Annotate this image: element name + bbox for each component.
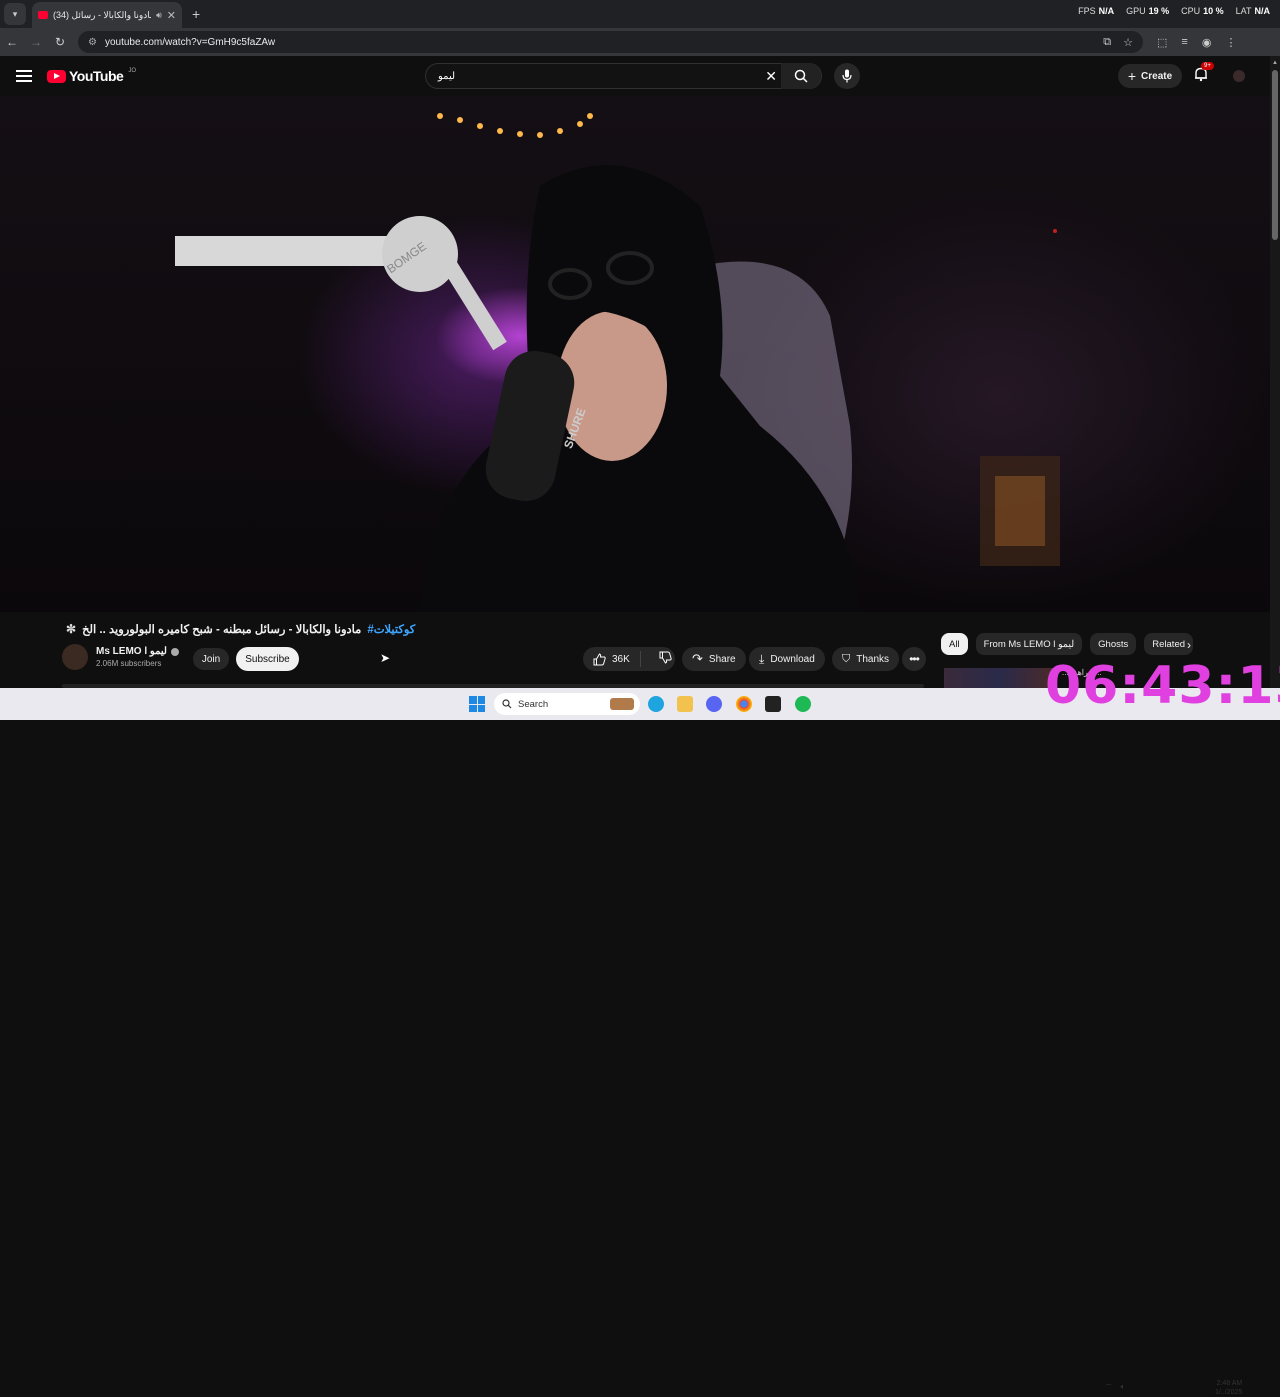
account-avatar[interactable] <box>1233 70 1245 82</box>
system-tray: ⌔ 🔈︎ <box>1105 1382 1125 1392</box>
more-actions-icon[interactable]: ••• <box>902 647 926 671</box>
browser-tab[interactable]: (34) مادونا والكابالا - رسائل ... 🔊︎ ✕ <box>32 2 182 28</box>
subscribe-button[interactable]: Subscribe <box>236 647 299 671</box>
chip-ghosts[interactable]: Ghosts <box>1090 633 1137 655</box>
youtube-favicon-icon <box>38 11 48 19</box>
hud-lat: LAT N/A <box>1235 6 1270 16</box>
like-button[interactable]: 36K <box>583 651 641 667</box>
search-box[interactable]: ليمو ✕ <box>425 63 822 89</box>
stopwatch-overlay: 06:43:13 <box>1045 656 1280 716</box>
download-icon: ⤓ <box>759 651 765 666</box>
hud-cpu: CPU 10 % <box>1181 6 1224 16</box>
cast-icon[interactable]: ⧉ <box>1103 36 1111 49</box>
video-title-text: مادونا والكابالا - رسائل مبطنه - شبح كام… <box>82 624 362 636</box>
thumbs-down-icon <box>659 651 672 664</box>
file-explorer-icon[interactable] <box>677 696 693 712</box>
notification-badge: 9+ <box>1201 62 1214 70</box>
dislike-button[interactable] <box>647 651 684 667</box>
youtube-header: YouTube JO ليمو ✕ + Create 9+ <box>0 56 1270 96</box>
tab-search-button[interactable]: ▾ <box>4 3 26 25</box>
browser-menu-icon[interactable]: ⋮ <box>1225 36 1236 49</box>
video-player[interactable]: BOMGE SHURE <box>0 96 1270 612</box>
like-dislike-group: 36K <box>583 647 675 671</box>
microphone-icon <box>842 69 852 83</box>
wifi-icon[interactable]: ⌔ <box>1105 1382 1113 1392</box>
voice-search-button[interactable] <box>834 63 860 89</box>
sparkle-icon: ✼ <box>66 622 77 636</box>
download-button[interactable]: ⤓ Download <box>749 647 825 671</box>
browser-tab-bar: ▾ (34) مادونا والكابالا - رسائل ... 🔊︎ ✕… <box>0 0 1280 28</box>
hud-gpu: GPU 19 % <box>1126 6 1170 16</box>
url-field[interactable]: ⚙ youtube.com/watch?v=GmH9c5faZAw ⧉ ☆ <box>78 31 1143 53</box>
bookmark-star-icon[interactable]: ☆ <box>1123 36 1133 49</box>
thanks-icon: ⛉ <box>842 652 851 665</box>
verified-icon <box>170 647 179 656</box>
country-code: JO <box>128 68 136 74</box>
video-hashtag[interactable]: #كوكتيلات <box>367 622 415 636</box>
join-button[interactable]: Join <box>193 648 229 670</box>
video-title: ✼ مادونا والكابالا - رسائل مبطنه - شبح ك… <box>66 622 415 636</box>
channel-avatar[interactable] <box>62 644 88 670</box>
new-tab-button[interactable]: + <box>192 6 200 22</box>
media-controls-icon[interactable]: ≡ <box>1181 36 1187 49</box>
share-button[interactable]: ↷ Share <box>682 647 746 671</box>
search-icon <box>794 69 808 83</box>
mouse-cursor-icon: ➤ <box>380 651 391 665</box>
channel-name[interactable]: Ms LEMO l ليمو <box>96 646 179 657</box>
tab-title: (34) مادونا والكابالا - رسائل ... <box>53 9 151 20</box>
scrollbar-thumb[interactable] <box>1272 70 1278 240</box>
app-icon[interactable] <box>795 696 811 712</box>
video-frame: BOMGE SHURE <box>175 113 1060 612</box>
extensions-icon[interactable]: ⬚ <box>1157 36 1167 49</box>
subscriber-count: 2.06M subscribers <box>96 659 162 668</box>
terminal-icon[interactable] <box>765 696 781 712</box>
notifications-button[interactable]: 9+ <box>1193 62 1214 87</box>
chip-from-channel[interactable]: From Ms LEMO l ليمو <box>975 633 1083 655</box>
speaker-icon[interactable]: 🔊︎ <box>156 10 162 21</box>
discord-icon[interactable] <box>706 696 722 712</box>
related-filter-chips: All From Ms LEMO l ليمو Ghosts Related <box>941 633 1194 655</box>
forward-arrow-icon[interactable]: → <box>24 35 48 49</box>
youtube-logo[interactable]: YouTube JO <box>47 68 136 84</box>
edge-icon[interactable] <box>648 696 664 712</box>
hud-fps: FPS N/A <box>1078 6 1115 16</box>
search-input[interactable]: ليمو <box>438 71 455 82</box>
performance-hud: FPS N/A GPU 19 % CPU 10 % LAT N/A <box>1078 6 1270 16</box>
url-text: youtube.com/watch?v=GmH9c5faZAw <box>104 36 276 48</box>
clear-search-icon[interactable]: ✕ <box>765 68 777 85</box>
youtube-play-icon <box>47 69 66 83</box>
close-tab-icon[interactable]: ✕ <box>167 9 176 22</box>
recommended-thumbnail[interactable] <box>944 668 1054 688</box>
scroll-up-icon[interactable]: ▲ <box>1272 60 1278 66</box>
search-icon <box>502 699 512 709</box>
chips-next-icon[interactable]: › <box>1187 638 1191 652</box>
page-scrollbar[interactable]: ▲ <box>1270 56 1280 688</box>
plus-icon: + <box>1127 68 1137 84</box>
channel-info: Ms LEMO l ليمو 2.06M subscribers <box>62 644 179 670</box>
taskbar-clock[interactable]: 2:48 AM 1/../2025 <box>1215 1379 1242 1397</box>
site-info-icon[interactable]: ⚙ <box>88 37 97 48</box>
create-button[interactable]: + Create <box>1118 64 1182 88</box>
chrome-icon[interactable] <box>736 696 752 712</box>
search-highlight-icon <box>610 698 634 710</box>
chip-related[interactable]: Related <box>1144 633 1194 655</box>
windows-start-icon[interactable] <box>469 696 485 712</box>
volume-icon[interactable]: 🔈︎ <box>1121 1382 1126 1392</box>
profile-icon[interactable]: ◉ <box>1202 36 1212 49</box>
like-count: 36K <box>612 653 630 665</box>
menu-icon[interactable] <box>16 70 32 82</box>
address-bar-row: ← → ↻ ⚙ youtube.com/watch?v=GmH9c5faZAw … <box>0 28 1280 56</box>
share-icon: ↷ <box>692 651 703 666</box>
back-arrow-icon[interactable]: ← <box>0 35 24 49</box>
search-button[interactable] <box>781 63 821 89</box>
thumbs-up-icon <box>593 652 606 665</box>
reload-icon[interactable]: ↻ <box>48 35 72 49</box>
thanks-button[interactable]: ⛉ Thanks <box>832 647 900 671</box>
taskbar-search[interactable]: Search <box>494 693 640 715</box>
chip-all[interactable]: All <box>941 633 968 655</box>
